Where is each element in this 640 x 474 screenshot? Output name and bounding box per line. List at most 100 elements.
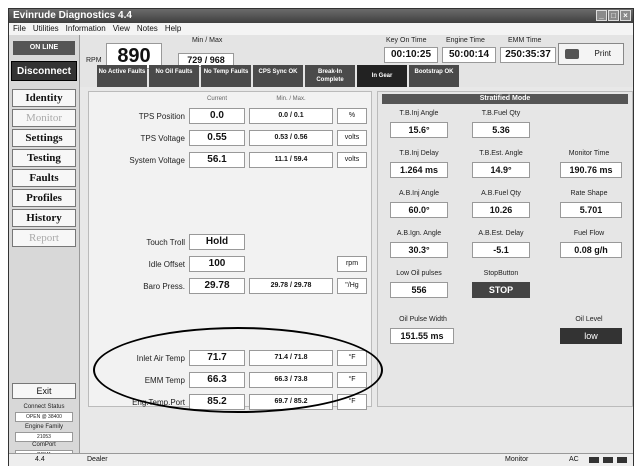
stratified-mode-title: Stratified Mode xyxy=(382,94,628,104)
status-version: 4.4 xyxy=(35,456,45,463)
status-no-temp-faults[interactable]: No Temp Faults xyxy=(201,65,251,87)
status-mode: Dealer xyxy=(87,456,108,463)
tps-voltage-minmax: 0.53 / 0.56 xyxy=(249,130,333,146)
print-label: Print xyxy=(594,49,611,58)
close-icon[interactable]: × xyxy=(620,10,631,21)
oil-pulse-width-value: 151.55 ms xyxy=(390,328,454,344)
rate-shape-label: Rate Shape xyxy=(570,190,608,197)
status-bootstrap[interactable]: Bootstrap OK xyxy=(409,65,459,87)
menu-notes[interactable]: Notes xyxy=(137,23,158,35)
nav-identity[interactable]: Identity xyxy=(12,89,76,107)
ab-est-delay-value: -5.1 xyxy=(472,242,530,258)
title-bar: Evinrude Diagnostics 4.4 _ □ × xyxy=(9,9,633,23)
status-cps-sync[interactable]: CPS Sync OK xyxy=(253,65,303,87)
rate-shape-value: 5.701 xyxy=(560,202,622,218)
menu-information[interactable]: Information xyxy=(66,23,106,35)
tb-est-angle-label: T.B.Est. Angle xyxy=(479,150,523,157)
nav-monitor[interactable]: Monitor xyxy=(12,109,76,127)
baro-press-value: 29.78 xyxy=(189,278,245,294)
status-led-1-icon xyxy=(589,457,599,463)
menu-bar: File Utilities Information View Notes He… xyxy=(9,23,633,35)
nav-profiles[interactable]: Profiles xyxy=(12,189,76,207)
highlight-ellipse xyxy=(93,327,383,413)
idle-offset-unit: rpm xyxy=(337,256,367,272)
comport-label: ComPort xyxy=(32,442,56,448)
nav-settings[interactable]: Settings xyxy=(12,129,76,147)
status-bar: 4.4 Dealer Monitor AC xyxy=(9,453,633,466)
connect-status-value: OPEN @ 38400 xyxy=(15,412,73,422)
maximize-icon[interactable]: □ xyxy=(608,10,619,21)
tb-fuel-qty-value: 5.36 xyxy=(472,122,530,138)
app-window: Evinrude Diagnostics 4.4 _ □ × File Util… xyxy=(8,8,634,466)
emm-time-label: EMM Time xyxy=(508,37,542,44)
nav-report[interactable]: Report xyxy=(12,229,76,247)
emm-time-value: 250:35:37 xyxy=(500,47,556,63)
status-no-oil-faults[interactable]: No Oil Faults xyxy=(149,65,199,87)
monitor-time-label: Monitor Time xyxy=(568,150,610,157)
touch-troll-label: Touch Troll xyxy=(146,238,185,247)
ab-fuel-qty-value: 10.26 xyxy=(472,202,530,218)
col-minmax: Min. / Max. xyxy=(276,96,306,102)
status-break-in[interactable]: Break-In Complete xyxy=(305,65,355,87)
tb-inj-angle-value: 15.6° xyxy=(390,122,448,138)
tps-voltage-unit: volts xyxy=(337,130,367,146)
rpm-minmax-label: Min / Max xyxy=(192,37,223,44)
tb-fuel-qty-label: T.B.Fuel Qty xyxy=(481,110,521,117)
status-in-gear[interactable]: In Gear xyxy=(357,65,407,87)
touch-troll-value: Hold xyxy=(189,234,245,250)
tps-position-label: TPS Position xyxy=(138,112,185,121)
menu-utilities[interactable]: Utilities xyxy=(33,23,59,35)
low-oil-pulses-value: 556 xyxy=(390,282,448,298)
status-monitor: Monitor xyxy=(505,456,529,463)
nav-faults[interactable]: Faults xyxy=(12,169,76,187)
status-ac: AC xyxy=(569,456,579,463)
printer-icon xyxy=(565,49,579,59)
window-title: Evinrude Diagnostics 4.4 xyxy=(13,10,132,21)
system-voltage-minmax: 11.1 / 59.4 xyxy=(249,152,333,168)
stratified-mode-panel: Stratified Mode T.B.Inj Angle 15.6° T.B.… xyxy=(377,91,633,407)
engine-time-value: 50:00:14 xyxy=(442,47,496,63)
idle-offset-label: Idle Offset xyxy=(148,260,185,269)
oil-level-label: Oil Level xyxy=(575,316,603,323)
col-current: Current xyxy=(206,96,227,102)
low-oil-pulses-label: Low Oil pulses xyxy=(396,270,442,277)
online-indicator: ON LINE xyxy=(13,41,75,55)
exit-button[interactable]: Exit xyxy=(12,383,76,399)
fuel-flow-value: 0.08 g/h xyxy=(560,242,622,258)
ab-ign-angle-label: A.B.Ign. Angle xyxy=(396,230,442,237)
ab-inj-angle-value: 60.0° xyxy=(390,202,448,218)
status-button-row: No Active Faults No Oil Faults No Temp F… xyxy=(97,65,459,87)
window-controls: _ □ × xyxy=(596,10,631,21)
menu-view[interactable]: View xyxy=(113,23,130,35)
menu-file[interactable]: File xyxy=(13,23,26,35)
sidebar: ON LINE Disconnect Identity Monitor Sett… xyxy=(9,35,80,460)
ab-inj-angle-label: A.B.Inj Angle xyxy=(398,190,440,197)
nav-testing[interactable]: Testing xyxy=(12,149,76,167)
status-no-active-faults[interactable]: No Active Faults xyxy=(97,65,147,87)
menu-help[interactable]: Help xyxy=(165,23,181,35)
system-voltage-value: 56.1 xyxy=(189,152,245,168)
key-on-time-value: 00:10:25 xyxy=(384,47,438,63)
stop-button[interactable]: STOP xyxy=(472,282,530,298)
nav-history[interactable]: History xyxy=(12,209,76,227)
disconnect-button[interactable]: Disconnect xyxy=(11,61,77,81)
monitor-time-value: 190.76 ms xyxy=(560,162,622,178)
engine-family: Engine Family 21053 xyxy=(11,423,77,443)
tps-voltage-label: TPS Voltage xyxy=(140,134,185,143)
engine-family-label: Engine Family xyxy=(24,424,63,430)
ab-est-delay-label: A.B.Est. Delay xyxy=(478,230,524,237)
minimize-icon[interactable]: _ xyxy=(596,10,607,21)
ab-ign-angle-value: 30.3° xyxy=(390,242,448,258)
baro-press-label: Baro Press. xyxy=(143,282,185,291)
idle-offset-value: 100 xyxy=(189,256,245,272)
tb-inj-angle-label: T.B.Inj Angle xyxy=(399,110,439,117)
tb-inj-delay-value: 1.264 ms xyxy=(390,162,448,178)
tb-inj-delay-label: T.B.Inj Delay xyxy=(399,150,439,157)
connect-status-label: Connect Status xyxy=(23,404,65,410)
engine-time-label: Engine Time xyxy=(446,37,485,44)
status-led-3-icon xyxy=(617,457,627,463)
stop-button-label: StopButton xyxy=(483,270,519,277)
system-voltage-label: System Voltage xyxy=(129,156,185,165)
key-on-time-label: Key On Time xyxy=(386,37,427,44)
print-button[interactable]: Print xyxy=(558,43,624,65)
